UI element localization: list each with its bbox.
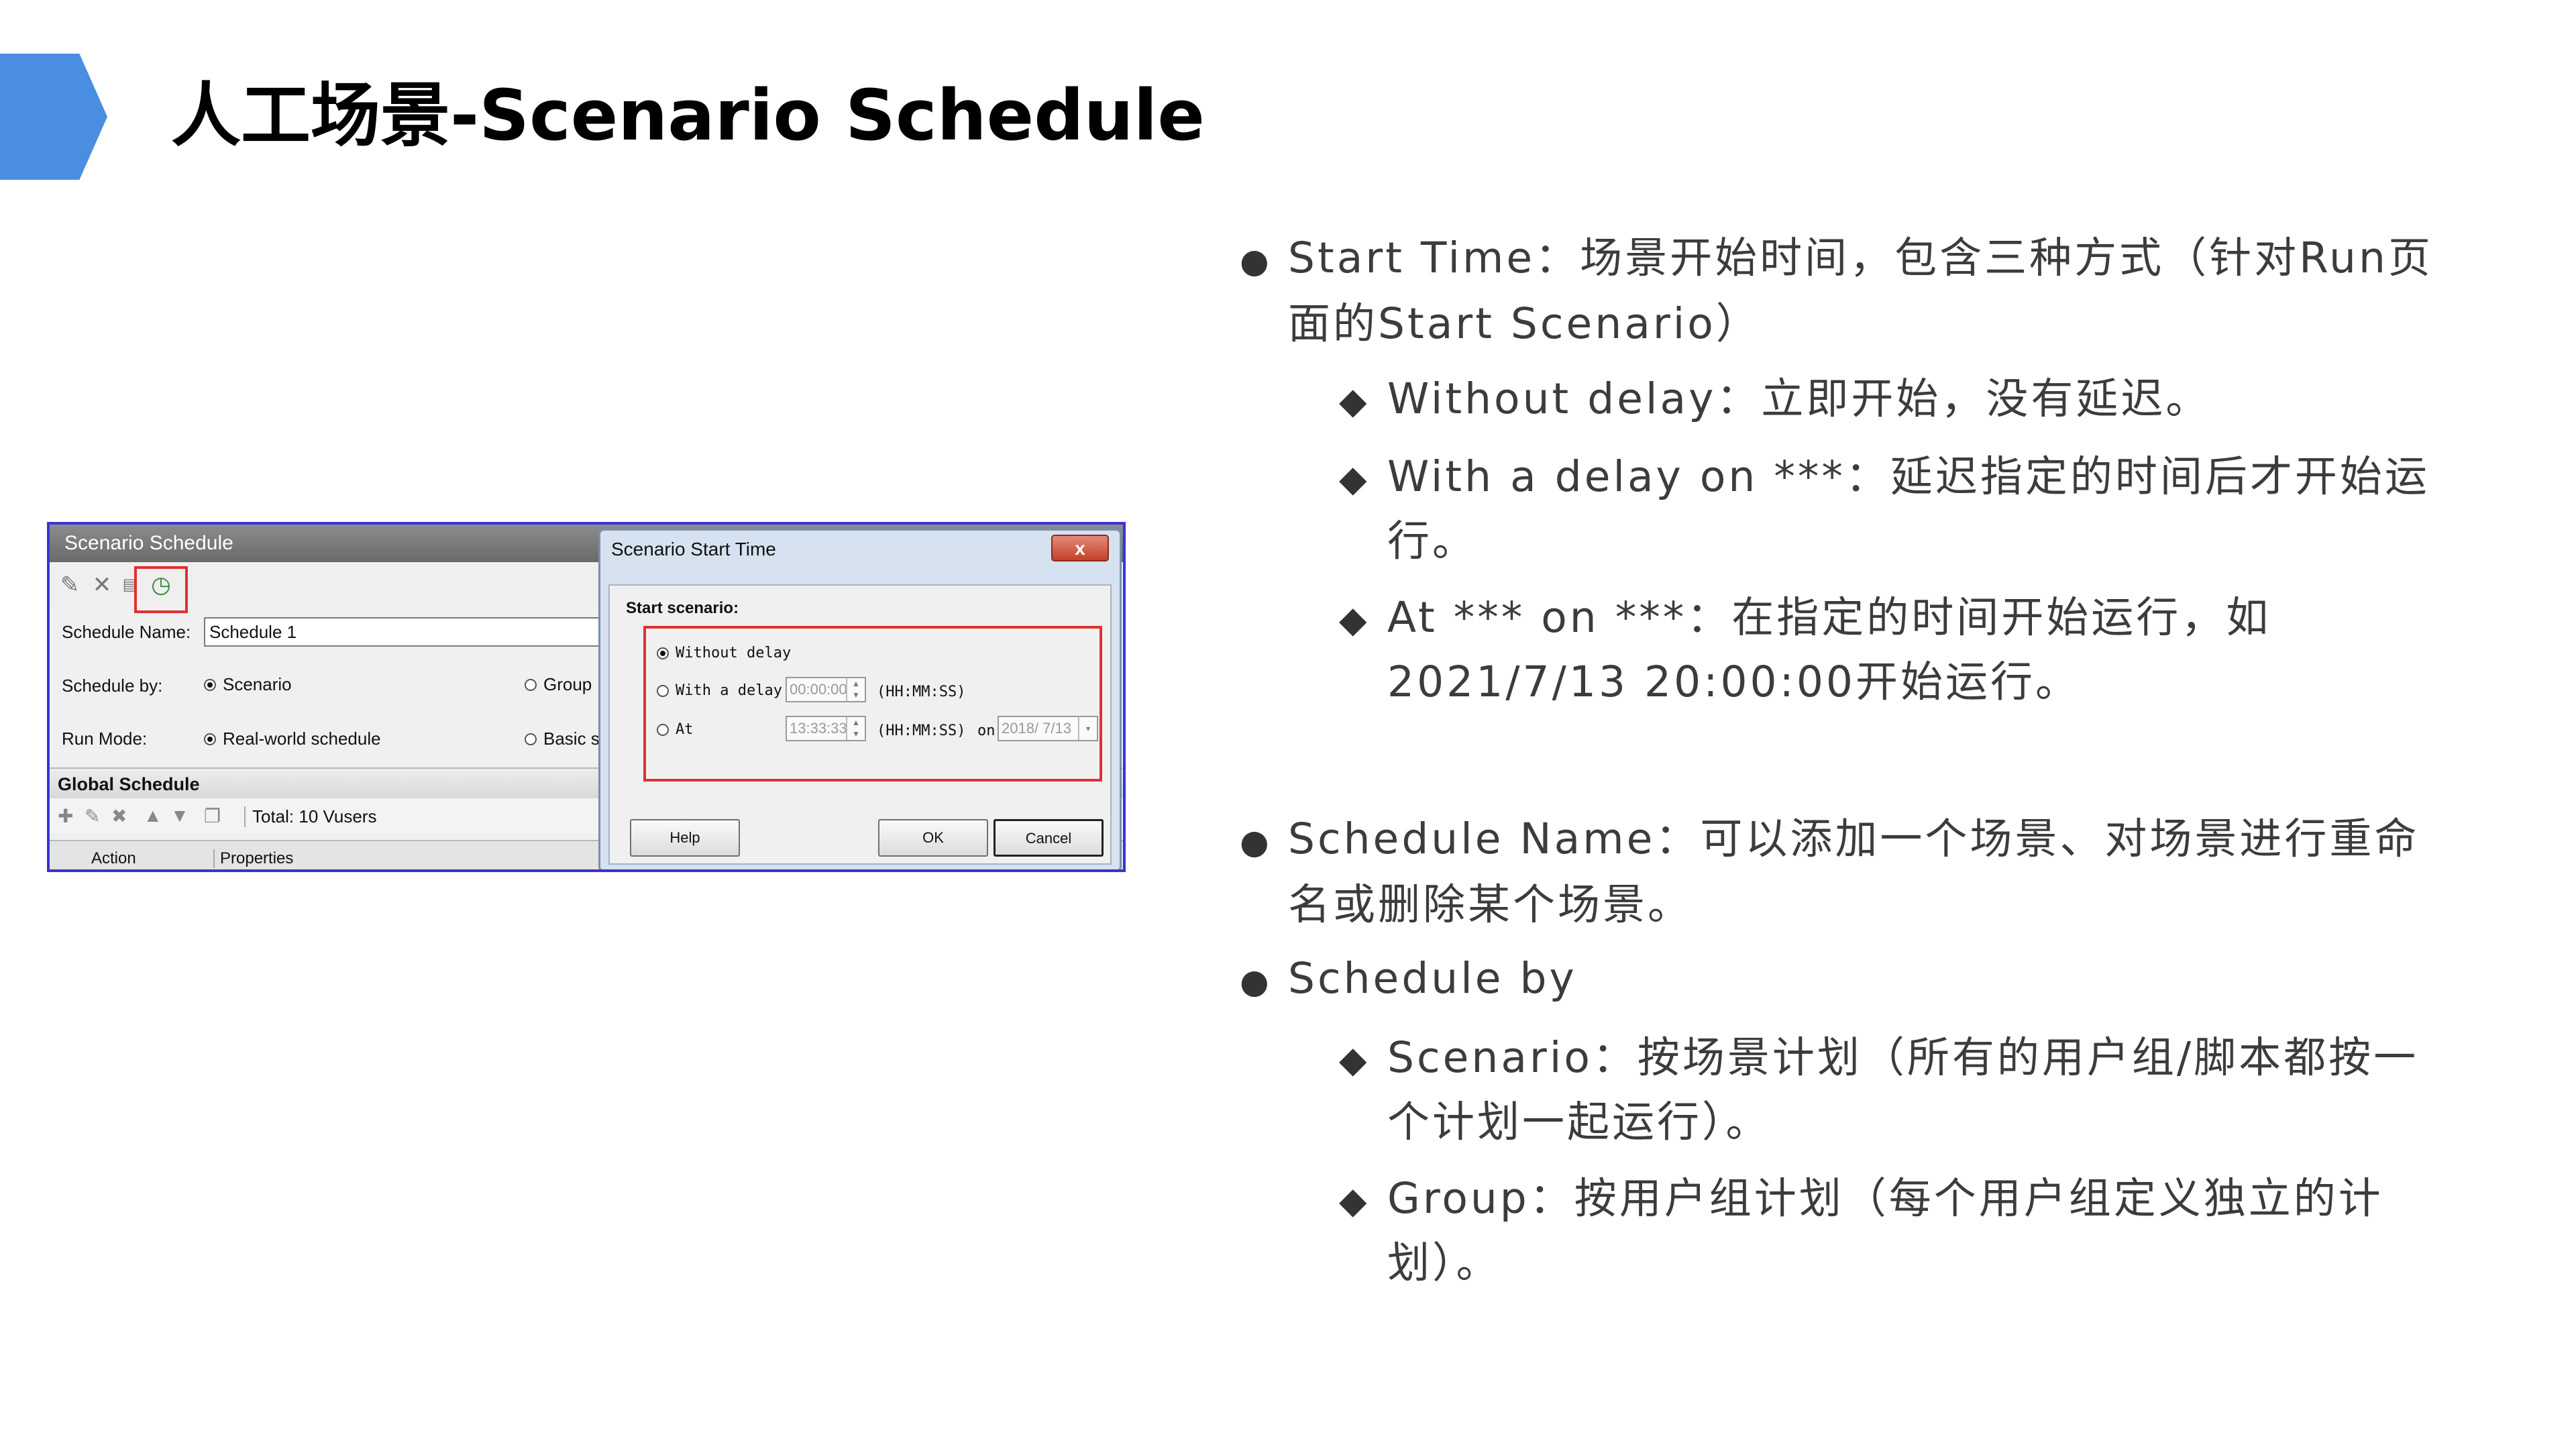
bullet-diamond-icon: ◆	[1339, 458, 1370, 500]
schedule-name-field[interactable]: Schedule 1	[204, 617, 660, 647]
start-scenario-label: Start scenario:	[626, 599, 739, 617]
dialog-body: Start scenario: Without delay With a del…	[608, 584, 1112, 865]
radio-label: Real-world schedule	[223, 729, 381, 749]
run-mode-label: Run Mode:	[62, 729, 148, 749]
move-down-icon[interactable]: ▼	[170, 805, 189, 826]
slide-title: 人工场景-Scenario Schedule	[171, 74, 1205, 156]
schedule-by-scenario-radio[interactable]: Scenario	[204, 674, 292, 695]
bullet-diamond-icon: ◆	[1339, 598, 1370, 641]
bullet-dot-icon: ●	[1240, 962, 1272, 1001]
radio-selected-icon	[204, 678, 216, 691]
bullet-group: ◆ Group：按用户组计划（每个用户组定义独立的计划）。	[1339, 1167, 2461, 1294]
bullet-text: Without delay：立即开始，没有延迟。	[1387, 374, 2211, 423]
cancel-button[interactable]: Cancel	[994, 819, 1104, 857]
edit-action-icon[interactable]: ✎	[85, 805, 100, 827]
delay-time-value: 00:00:00	[790, 681, 847, 698]
bullet-without-delay: ◆ Without delay：立即开始，没有延迟。	[1339, 368, 2461, 432]
dialog-title: Scenario Start Time	[611, 539, 776, 559]
radio-label: With a delay o	[676, 682, 800, 699]
help-button[interactable]: Help	[630, 819, 740, 857]
radio-unselected-icon	[657, 723, 669, 736]
radio-label: At	[676, 721, 694, 738]
bullet-schedule-name: ● Schedule Name：可以添加一个场景、对场景进行重命名或删除某个场景。	[1240, 808, 2442, 936]
bullet-diamond-icon: ◆	[1339, 1179, 1370, 1222]
start-time-icon-highlight	[134, 566, 188, 613]
bullet-dot-icon: ●	[1240, 822, 1272, 861]
bullet-schedule-by: ● Schedule by	[1240, 947, 2442, 1013]
radio-unselected-icon	[525, 678, 537, 691]
bullet-dot-icon: ●	[1240, 241, 1272, 280]
ok-button[interactable]: OK	[878, 819, 988, 857]
at-time-radio[interactable]: At	[657, 721, 694, 738]
radio-selected-icon	[657, 647, 669, 659]
delete-action-icon[interactable]: ✖	[111, 805, 127, 827]
date-picker[interactable]: 2018/ 7/13 ▾	[998, 716, 1098, 741]
title-accent-chevron	[0, 54, 107, 180]
copy-icon[interactable]: ❐	[204, 805, 221, 827]
on-label: on	[977, 722, 996, 739]
bullet-text: Start Time：场景开始时间，包含三种方式（针对Run页面的Start S…	[1288, 233, 2433, 348]
move-up-icon[interactable]: ▲	[144, 805, 162, 826]
bullet-text: With a delay on ***：延迟指定的时间后才开始运行。	[1387, 452, 2430, 566]
close-button[interactable]: x	[1051, 535, 1109, 561]
without-delay-radio[interactable]: Without delay	[657, 645, 791, 661]
delay-time-input[interactable]: 00:00:00 ▲ ▼	[786, 677, 866, 702]
spin-arrows-icon[interactable]: ▲ ▼	[846, 678, 865, 701]
radio-unselected-icon	[525, 733, 537, 745]
spin-arrows-icon[interactable]: ▲ ▼	[846, 717, 865, 740]
scenario-schedule-screenshot: Scenario Schedule ✎ ✕ ▤ ◷ Schedule Name:…	[47, 522, 1126, 872]
scenario-start-time-dialog: Scenario Start Time x Start scenario: Wi…	[598, 529, 1122, 869]
bullet-at-on: ◆ At *** on ***：在指定的时间开始运行，如2021/7/13 20:…	[1339, 586, 2461, 713]
bullet-start-time: ● Start Time：场景开始时间，包含三种方式（针对Run页面的Start …	[1240, 227, 2442, 355]
run-mode-real-world-radio[interactable]: Real-world schedule	[204, 729, 381, 749]
delete-icon[interactable]: ✕	[87, 570, 117, 600]
bullet-scenario: ◆ Scenario：按场景计划（所有的用户组/脚本都按一个计划一起运行）。	[1339, 1026, 2461, 1153]
at-time-value: 13:33:33	[790, 720, 847, 737]
radio-selected-icon	[204, 733, 216, 745]
chevron-down-icon[interactable]: ▾	[1078, 717, 1097, 740]
radio-unselected-icon	[657, 684, 669, 697]
date-value: 2018/ 7/13	[1002, 720, 1071, 737]
bullet-with-delay: ◆ With a delay on ***：延迟指定的时间后才开始运行。	[1339, 445, 2461, 572]
new-schedule-icon[interactable]: ✎	[55, 570, 85, 600]
radio-label: Group	[543, 674, 592, 694]
radio-label: Scenario	[223, 674, 292, 694]
total-vusers: Total: 10 Vusers	[244, 806, 376, 827]
at-time-input[interactable]: 13:33:33 ▲ ▼	[786, 716, 866, 741]
schedule-by-label: Schedule by:	[62, 676, 163, 696]
run-mode-basic-radio[interactable]: Basic sc	[525, 729, 608, 749]
bullet-text: Scenario：按场景计划（所有的用户组/脚本都按一个计划一起运行）。	[1387, 1033, 2419, 1146]
bullet-diamond-icon: ◆	[1339, 1038, 1370, 1081]
column-action: Action	[91, 849, 136, 867]
at-format-hint: (HH:MM:SS)	[877, 722, 966, 739]
bullet-text: Schedule by	[1288, 954, 1577, 1003]
schedule-name-label: Schedule Name:	[62, 622, 191, 642]
bullet-text: Schedule Name：可以添加一个场景、对场景进行重命名或删除某个场景。	[1288, 814, 2420, 929]
with-delay-radio[interactable]: With a delay o	[657, 682, 800, 699]
bullet-text: Group：按用户组计划（每个用户组定义独立的计划）。	[1387, 1174, 2383, 1287]
schedule-by-group-radio[interactable]: Group	[525, 674, 592, 695]
column-properties: Properties	[213, 849, 293, 868]
delay-format-hint: (HH:MM:SS)	[877, 684, 966, 700]
bullet-diamond-icon: ◆	[1339, 380, 1370, 422]
bullet-text: At *** on ***：在指定的时间开始运行，如2021/7/13 20:0…	[1387, 593, 2271, 706]
radio-label: Without delay	[676, 645, 792, 661]
add-action-icon[interactable]: ✚	[58, 805, 73, 827]
